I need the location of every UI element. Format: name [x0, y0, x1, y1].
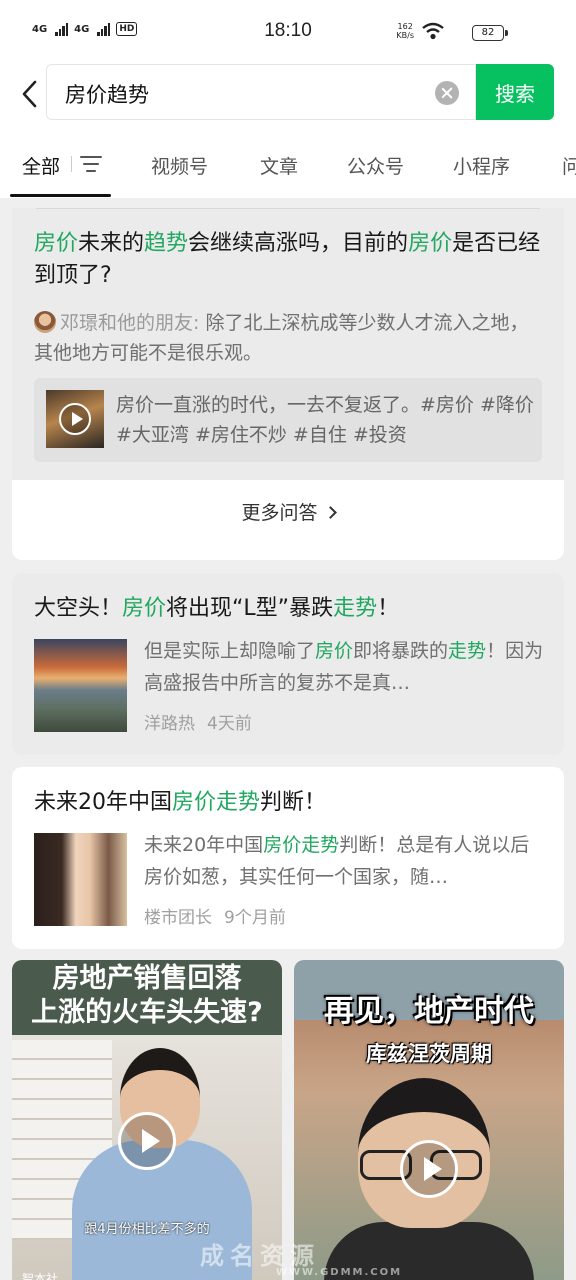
highlight-text: 房价 [34, 231, 79, 256]
qa-answer: 邓璟和他的朋友: 除了北上深杭成等少数人才流入之地，其他地方可能不是很乐观。 [34, 308, 544, 368]
title-text: 未来的 [78, 231, 145, 256]
active-tab-indicator [10, 194, 111, 197]
video-card[interactable]: 再见，地产时代 库兹涅茨周期 [294, 960, 564, 1280]
play-icon [59, 403, 91, 435]
title-text: ！ [377, 596, 400, 621]
tab-mini-programs[interactable]: 小程序 [453, 152, 510, 179]
highlight-text: 房价 [122, 596, 167, 621]
tab-articles[interactable]: 文章 [260, 152, 298, 179]
wifi-icon [422, 22, 444, 40]
more-qa-link[interactable]: 更多问答 [12, 498, 564, 525]
caption-line: 上涨的火车头失速? [31, 997, 263, 1028]
divider [36, 208, 540, 209]
chevron-right-icon [323, 506, 337, 519]
watermark-text: 成名资源 [200, 1242, 320, 1270]
speed-unit: KB/s [396, 31, 414, 40]
highlight-text: 房价走势 [172, 790, 261, 815]
video-caption-sub: 库兹涅茨周期 [366, 1042, 492, 1066]
battery-icon: 82 [472, 25, 504, 41]
article-time: 9个月前 [224, 908, 286, 928]
article-thumbnail[interactable] [34, 833, 127, 926]
article-snippet: 但是实际上却隐喻了房价即将暴跌的走势！因为高盛报告中所言的复苏不是真… [144, 635, 544, 699]
video-caption: 再见，地产时代 [324, 994, 534, 1029]
filter-icon[interactable] [80, 156, 102, 172]
video-thumbnail[interactable] [46, 390, 104, 448]
tab-separator [71, 156, 72, 172]
tab-channels[interactable]: 视频号 [151, 152, 208, 179]
play-icon[interactable] [400, 1140, 458, 1198]
qa-item[interactable]: 房价未来的趋势会继续高涨吗，目前的房价是否已经到顶了? 邓璟和他的朋友: 除了北… [12, 208, 564, 480]
qa-video-item[interactable]: 房价一直涨的时代，一去不复返了。#房价 #降价 #大亚湾 #房住不炒 #自住 #… [34, 378, 542, 462]
video-caption: 房地产销售回落 上涨的火车头失速? [12, 962, 282, 1030]
qa-card[interactable]: 房价未来的趋势会继续高涨吗，目前的房价是否已经到顶了? 邓璟和他的朋友: 除了北… [12, 208, 564, 560]
watermark: 成名资源 WWW.GDMM.COM [200, 1236, 460, 1278]
title-text: 会继续高涨吗，目前的 [188, 231, 409, 256]
highlight-text: 房价 [315, 640, 354, 662]
title-text: 判断！ [260, 790, 327, 815]
highlight-text: 走势 [448, 640, 487, 662]
highlight-text: 房价走势 [263, 834, 340, 856]
network-speed: 162 KB/s [396, 22, 444, 40]
search-query[interactable]: 房价趋势 [65, 79, 149, 109]
article-source[interactable]: 洋路热 [144, 714, 195, 734]
video-source: 智本社 [22, 1272, 59, 1280]
video-card[interactable]: 房地产销售回落 上涨的火车头失速? 跟4月份相比差不多的 智本社 [12, 960, 282, 1280]
article-meta: 洋路热 4天前 [144, 709, 252, 734]
video-subtitle: 跟4月份相比差不多的 [84, 1222, 210, 1237]
avatar [34, 311, 56, 333]
title-text: 未来20年中国 [34, 790, 172, 815]
qa-title[interactable]: 房价未来的趋势会继续高涨吗，目前的房价是否已经到顶了? [34, 228, 544, 292]
title-text: 将出现“L型”暴跌 [166, 596, 334, 621]
highlight-text: 走势 [333, 596, 378, 621]
play-icon[interactable] [118, 1112, 176, 1170]
snippet-text: 未来20年中国 [144, 834, 264, 856]
speed-value: 162 [397, 22, 413, 31]
article-title[interactable]: 大空头！房价将出现“L型”暴跌走势！ [34, 593, 544, 625]
more-qa-label: 更多问答 [241, 502, 318, 524]
caption-line: 房地产销售回落 [52, 963, 242, 994]
search-button[interactable]: 搜索 [476, 64, 554, 120]
battery-cap [505, 30, 508, 36]
video-description: 房价一直涨的时代，一去不复返了。#房价 #降价 #大亚湾 #房住不炒 #自住 #… [116, 394, 534, 446]
snippet-text: 但是实际上却隐喻了 [144, 640, 316, 662]
title-text: 大空头！ [34, 596, 123, 621]
article-source[interactable]: 楼市团长 [144, 908, 212, 928]
filter-tabs: 全部 视频号 文章 公众号 小程序 问 [0, 126, 576, 198]
article-title[interactable]: 未来20年中国房价走势判断！ [34, 787, 544, 819]
answerer-name: 邓璟和他的朋友: [60, 312, 200, 334]
status-bar: 4G 4G HD 18:10 162 KB/s 82 [0, 0, 576, 64]
article-thumbnail[interactable] [34, 639, 127, 732]
back-icon[interactable] [18, 78, 42, 110]
watermark-url: WWW.GDMM.COM [276, 1267, 403, 1278]
tab-qa[interactable]: 问 [562, 152, 576, 179]
highlight-text: 趋势 [144, 231, 189, 256]
tab-accounts[interactable]: 公众号 [347, 152, 404, 179]
article-meta: 楼市团长 9个月前 [144, 903, 286, 928]
search-input[interactable]: 房价趋势 [46, 64, 476, 120]
clear-icon[interactable] [435, 81, 459, 105]
highlight-text: 房价 [408, 231, 453, 256]
article-time: 4天前 [207, 714, 252, 734]
tab-all[interactable]: 全部 [22, 152, 60, 179]
article-card[interactable]: 未来20年中国房价走势判断！ 未来20年中国房价走势判断！总是有人说以后房价如葱… [12, 767, 564, 949]
article-snippet: 未来20年中国房价走势判断！总是有人说以后房价如葱，其实任何一个国家，随… [144, 829, 544, 893]
search-bar: 房价趋势 搜索 [0, 64, 576, 126]
article-card[interactable]: 大空头！房价将出现“L型”暴跌走势！ 但是实际上却隐喻了房价即将暴跌的走势！因为… [12, 573, 564, 755]
snippet-text: 即将暴跌的 [353, 640, 449, 662]
